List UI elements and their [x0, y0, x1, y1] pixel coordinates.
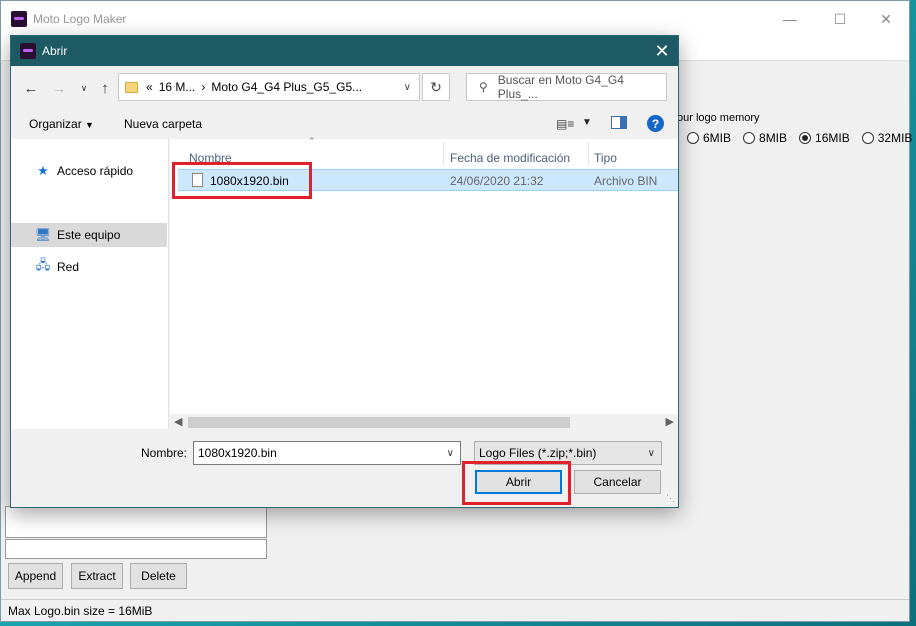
radio-label: 8MIB: [759, 131, 788, 145]
horizontal-scrollbar[interactable]: ◀ ▶: [170, 414, 678, 431]
preview-pane-icon[interactable]: [611, 116, 627, 129]
scroll-right-icon[interactable]: ▶: [666, 415, 674, 428]
status-bar: Max Logo.bin size = 16MiB: [1, 599, 909, 621]
radio-16mib[interactable]: 16MIB: [799, 131, 850, 145]
organize-menu[interactable]: Organizar ▼: [29, 117, 94, 131]
search-input[interactable]: ⚲ Buscar en Moto G4_G4 Plus_...: [466, 73, 667, 101]
breadcrumb-item[interactable]: 16 M...: [159, 80, 196, 94]
delete-button[interactable]: Delete: [130, 563, 187, 589]
extract-button[interactable]: Extract: [71, 563, 123, 589]
cancel-button[interactable]: Cancelar: [574, 470, 661, 494]
column-header-date[interactable]: Fecha de modificación: [450, 151, 570, 165]
chevron-down-icon[interactable]: ∨: [404, 82, 411, 93]
filename-field[interactable]: 1080x1920.bin ∨: [193, 441, 461, 465]
radio-6mib[interactable]: 6MIB: [687, 131, 731, 145]
logo-list-box[interactable]: [5, 506, 267, 538]
forward-arrow-icon[interactable]: →: [49, 78, 69, 98]
scroll-left-icon[interactable]: ◀: [174, 415, 182, 428]
view-options-icon[interactable]: ▤≡: [556, 117, 574, 131]
memory-legend: our logo memory: [677, 112, 760, 124]
back-arrow-icon[interactable]: ←: [21, 78, 41, 98]
nav-item-this-pc[interactable]: 🖥 Este equipo: [11, 223, 167, 247]
folder-icon: [125, 81, 138, 93]
filetype-value: Logo Files (*.zip;*.bin): [479, 446, 597, 460]
radio-8mib[interactable]: 8MIB: [743, 131, 787, 145]
search-placeholder: Buscar en Moto G4_G4 Plus_...: [497, 73, 624, 101]
new-folder-button[interactable]: Nueva carpeta: [124, 117, 202, 131]
navigation-pane: ★ Acceso rápido 🖥 Este equipo 🖧 Red: [11, 139, 169, 429]
nav-item-label: Red: [57, 260, 80, 274]
app-logo-icon: [11, 11, 27, 27]
radio-label: 16MIB: [815, 131, 850, 145]
radio-label: 6MIB: [703, 131, 732, 145]
nav-item-label: Este equipo: [57, 228, 121, 242]
radio-dot: [743, 132, 756, 144]
app-title: Moto Logo Maker: [33, 12, 127, 26]
breadcrumb-item[interactable]: Moto G4_G4 Plus_G5_G5...: [211, 80, 362, 94]
memory-options: 6MIB 8MIB 16MIB 32MIB: [687, 131, 912, 145]
radio-dot-selected: [799, 132, 812, 144]
dialog-title-bar: Abrir: [11, 36, 678, 66]
filename-value: 1080x1920.bin: [198, 446, 277, 460]
dialog-title: Abrir: [42, 44, 68, 58]
open-highlight-box: [462, 461, 571, 505]
help-icon[interactable]: ?: [647, 115, 664, 132]
column-divider[interactable]: [443, 142, 444, 166]
breadcrumb-overflow[interactable]: «: [146, 80, 153, 94]
append-button[interactable]: Append: [8, 563, 63, 589]
nav-item-network[interactable]: 🖧 Red: [11, 255, 167, 279]
scroll-thumb[interactable]: [188, 417, 570, 428]
address-bar[interactable]: « 16 M... › Moto G4_G4 Plus_G5_G5... ∨: [118, 73, 420, 101]
minimize-icon[interactable]: —: [767, 1, 813, 37]
caret-down-icon: ▼: [85, 120, 94, 130]
recent-chevron-icon[interactable]: ∨: [74, 78, 94, 98]
organize-label: Organizar: [29, 117, 82, 131]
search-icon: ⚲: [479, 80, 488, 94]
column-header-type[interactable]: Tipo: [594, 151, 617, 165]
star-icon: ★: [37, 163, 49, 178]
file-highlight-box: [172, 162, 312, 199]
file-type: Archivo BIN: [594, 174, 658, 188]
dialog-close-icon[interactable]: ✕: [652, 41, 672, 61]
dialog-logo-icon: [20, 43, 36, 59]
network-icon: 🖧: [35, 257, 51, 272]
sort-caret-icon: ⌃: [308, 136, 316, 146]
file-list: ⌃ Nombre Fecha de modificación Tipo 1080…: [170, 136, 678, 429]
file-date: 24/06/2020 21:32: [450, 174, 544, 188]
radio-dot: [687, 132, 699, 144]
filename-label: Nombre:: [141, 446, 188, 460]
resize-grip-icon[interactable]: ⋱: [666, 493, 675, 504]
caret-down-icon[interactable]: ▼: [582, 117, 592, 128]
radio-dot: [861, 132, 874, 144]
up-arrow-icon[interactable]: ↑: [95, 78, 115, 98]
close-icon[interactable]: ✕: [863, 1, 909, 37]
radio-32mib[interactable]: 32MIB: [861, 131, 913, 145]
breadcrumb-separator-icon: ›: [201, 80, 206, 94]
open-file-dialog: Abrir ✕ ← → ∨ ↑ « 16 M... › Moto G4_G4 P…: [10, 35, 679, 508]
logo-text-field[interactable]: [5, 539, 267, 559]
nav-item-quick-access[interactable]: ★ Acceso rápido: [11, 159, 167, 183]
nav-item-label: Acceso rápido: [57, 164, 134, 178]
column-divider[interactable]: [588, 142, 589, 166]
refresh-icon[interactable]: ↻: [422, 73, 450, 101]
radio-label: 32MIB: [877, 131, 913, 145]
chevron-down-icon[interactable]: ∨: [447, 448, 454, 459]
maximize-icon[interactable]: ☐: [817, 1, 863, 37]
chevron-down-icon: ∨: [647, 447, 655, 459]
computer-icon: 🖥: [34, 227, 52, 242]
